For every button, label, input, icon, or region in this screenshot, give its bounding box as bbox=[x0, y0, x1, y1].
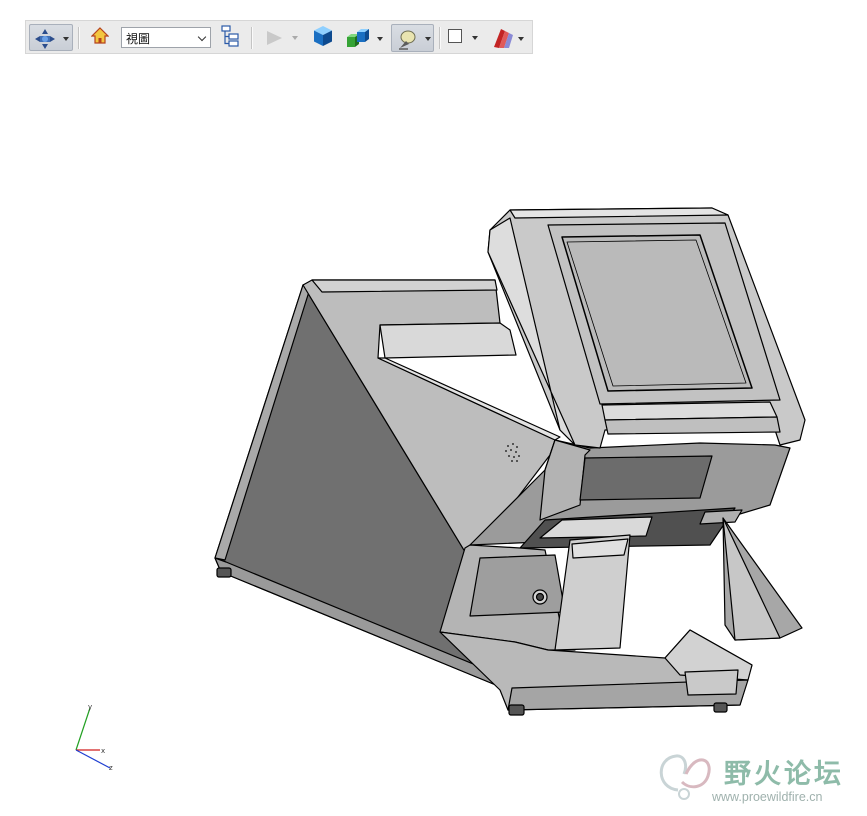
triad-z-label: z bbox=[109, 764, 113, 772]
chevron-down-icon[interactable] bbox=[472, 36, 478, 40]
chevron-down-icon bbox=[197, 32, 207, 42]
play-icon bbox=[265, 30, 283, 51]
view-manager-button[interactable] bbox=[218, 24, 242, 52]
home-view-button[interactable] bbox=[88, 26, 112, 50]
appearance-icon bbox=[491, 27, 515, 54]
graphics-toolbar: 視圖 bbox=[25, 20, 533, 54]
orient-button[interactable] bbox=[29, 24, 73, 51]
coordinate-triad bbox=[75, 707, 111, 769]
appearance-button[interactable] bbox=[488, 25, 528, 51]
toolbar-separator bbox=[251, 27, 252, 49]
watermark-brand: 野火论坛 bbox=[724, 759, 844, 790]
display-style-button[interactable] bbox=[342, 25, 386, 51]
lighting-button[interactable] bbox=[391, 24, 434, 52]
home-icon bbox=[90, 26, 110, 50]
foot bbox=[713, 702, 728, 713]
toolbar-separator bbox=[78, 27, 79, 49]
saved-view-value: 視圖 bbox=[126, 32, 151, 46]
watermark-url: www.proewildfire.cn bbox=[712, 790, 823, 804]
orient-icon bbox=[34, 28, 56, 55]
shaded-cube-icon bbox=[312, 25, 334, 52]
foot bbox=[508, 704, 525, 716]
graphics-viewport[interactable]: y x z bbox=[0, 60, 867, 816]
pos-terminal-model bbox=[214, 207, 806, 716]
watermark-logo bbox=[659, 754, 711, 800]
lighting-icon bbox=[396, 28, 418, 55]
foot bbox=[216, 567, 232, 578]
saved-view-select[interactable]: 視圖 bbox=[121, 27, 211, 48]
play-button[interactable] bbox=[262, 26, 302, 50]
shading-button[interactable] bbox=[310, 25, 336, 51]
frame-icon bbox=[448, 29, 462, 43]
frame-style-button[interactable] bbox=[444, 26, 482, 50]
triad-y-label: y bbox=[88, 703, 93, 711]
triad-x-label: x bbox=[101, 747, 106, 755]
display-style-icon bbox=[345, 27, 373, 54]
view-list-icon bbox=[220, 24, 240, 52]
chevron-down-icon[interactable] bbox=[377, 37, 383, 41]
chevron-down-icon[interactable] bbox=[292, 36, 298, 40]
chevron-down-icon[interactable] bbox=[425, 37, 431, 41]
chevron-down-icon[interactable] bbox=[518, 37, 524, 41]
chevron-down-icon[interactable] bbox=[63, 37, 69, 41]
toolbar-separator bbox=[439, 27, 440, 49]
card-slot-recess bbox=[579, 455, 713, 501]
